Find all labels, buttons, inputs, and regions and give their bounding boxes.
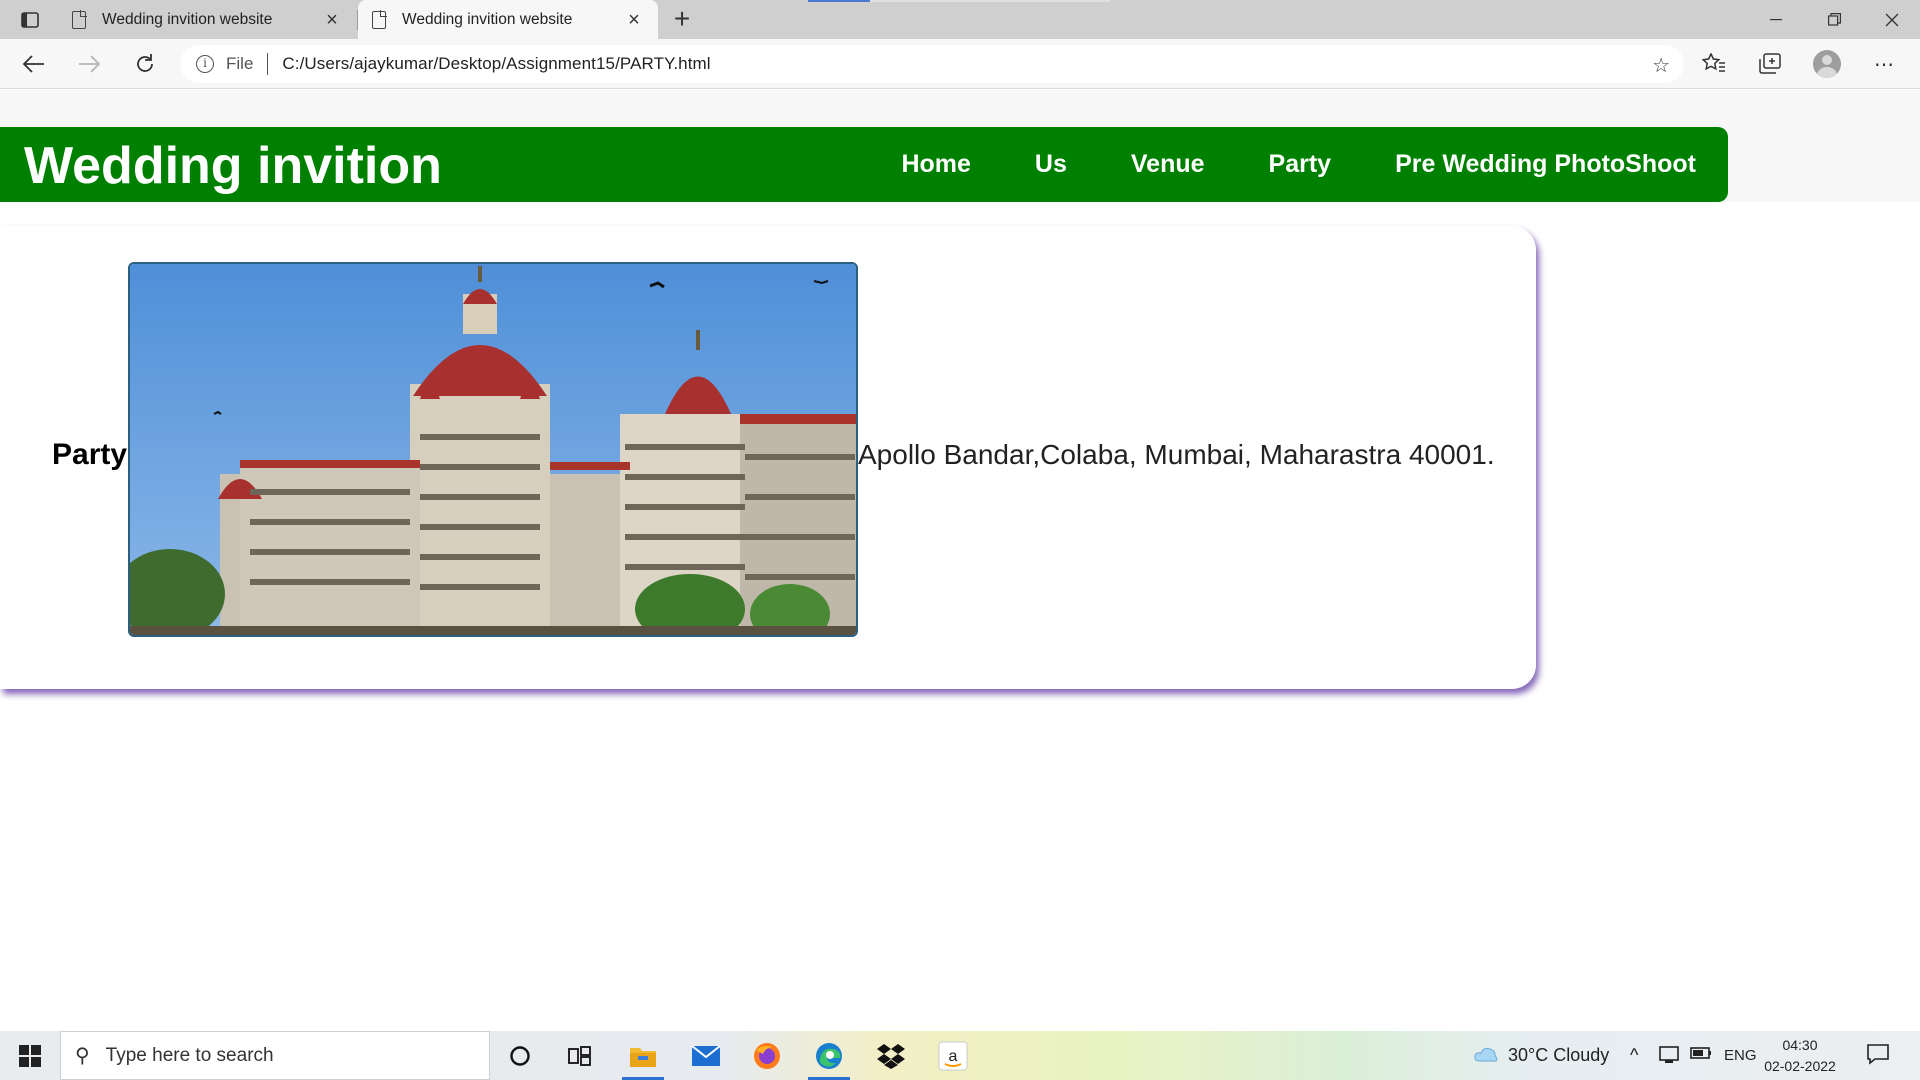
favorites-icon[interactable] — [1700, 51, 1728, 77]
loading-indicator — [808, 0, 1110, 2]
nav-link-home[interactable]: Home — [869, 150, 1002, 179]
venue-photo — [128, 262, 858, 637]
nav-link-us[interactable]: Us — [1003, 150, 1099, 179]
file-explorer-icon[interactable] — [618, 1031, 668, 1080]
tab-title: Wedding invition website — [102, 10, 273, 28]
weather-icon[interactable] — [1474, 1045, 1498, 1068]
dropbox-icon[interactable] — [866, 1031, 916, 1080]
refresh-button[interactable] — [127, 47, 163, 81]
minimize-button[interactable] — [1748, 0, 1804, 39]
address-separator — [267, 53, 269, 75]
more-menu-icon[interactable]: ⋯ — [1870, 51, 1898, 77]
nav-link-venue[interactable]: Venue — [1099, 150, 1237, 179]
tab-actions-icon[interactable] — [14, 8, 46, 32]
search-placeholder: Type here to search — [105, 1044, 274, 1066]
taskbar-search[interactable]: ⚲ Type here to search — [60, 1031, 490, 1080]
svg-text:a: a — [949, 1048, 958, 1065]
close-tab-icon[interactable]: × — [624, 10, 644, 30]
close-window-button[interactable] — [1864, 0, 1920, 39]
notifications-icon[interactable] — [1866, 1043, 1890, 1070]
language-indicator[interactable]: ENG — [1724, 1047, 1757, 1064]
nav-link-pre-wedding-photoshoot[interactable]: Pre Wedding PhotoShoot — [1363, 150, 1728, 179]
edge-icon[interactable] — [804, 1031, 854, 1080]
nav-link-party[interactable]: Party — [1237, 150, 1364, 179]
clock[interactable]: 04:30 02-02-2022 — [1764, 1035, 1836, 1077]
weather-text[interactable]: 30°C Cloudy — [1508, 1045, 1609, 1066]
protocol-label: File — [226, 54, 254, 73]
party-card: Party Apollo Bandar,Colaba, Mumbai, Maha… — [0, 226, 1536, 689]
clock-date: 02-02-2022 — [1764, 1058, 1836, 1074]
venue-address: Apollo Bandar,Colaba, Mumbai, Maharastra… — [858, 439, 1495, 470]
task-view-icon[interactable] — [555, 1031, 605, 1080]
info-icon[interactable]: i — [196, 55, 214, 73]
windows-start-icon[interactable] — [10, 1041, 50, 1071]
amazon-icon[interactable]: a — [928, 1031, 978, 1080]
tab-title: Wedding invition website — [402, 10, 573, 28]
back-button[interactable] — [16, 47, 52, 81]
windows-taskbar: ⚲ Type here to search a 30°C Cloudy ^ EN… — [0, 1031, 1920, 1080]
collections-icon[interactable] — [1756, 51, 1784, 77]
address-bar[interactable]: i File C:/Users/ajaykumar/Desktop/Assign… — [180, 45, 1684, 83]
browser-tab-active[interactable]: Wedding invition website × — [358, 0, 658, 39]
site-header: Wedding invition Home Us Venue Party Pre… — [0, 127, 1728, 202]
close-tab-icon[interactable]: × — [322, 10, 342, 30]
search-icon: ⚲ — [75, 1045, 90, 1067]
profile-avatar[interactable] — [1813, 50, 1841, 78]
cortana-icon[interactable] — [495, 1031, 545, 1080]
main-nav: Home Us Venue Party Pre Wedding PhotoSho… — [869, 127, 1728, 202]
restore-button[interactable] — [1806, 0, 1862, 39]
url-text[interactable]: C:/Users/ajaykumar/Desktop/Assignment15/… — [282, 54, 710, 74]
page-viewport: Wedding invition Home Us Venue Party Pre… — [0, 90, 1920, 1031]
mail-icon[interactable] — [681, 1031, 731, 1080]
page-icon — [72, 9, 87, 29]
browser-tab[interactable]: Wedding invition website × — [58, 0, 358, 39]
clock-time: 04:30 — [1782, 1037, 1818, 1053]
site-title: Wedding invition — [24, 137, 442, 195]
show-hidden-icons-icon[interactable]: ^ — [1630, 1045, 1638, 1066]
party-label: Party — [52, 438, 128, 471]
network-icon[interactable] — [1658, 1045, 1680, 1070]
add-favorite-icon[interactable]: ☆ — [1652, 53, 1670, 78]
browser-toolbar: i File C:/Users/ajaykumar/Desktop/Assign… — [0, 39, 1920, 89]
browser-tab-strip: Wedding invition website × Wedding invit… — [0, 0, 1920, 39]
page-icon — [372, 9, 387, 29]
battery-icon[interactable] — [1690, 1045, 1712, 1066]
forward-button[interactable] — [71, 47, 107, 81]
new-tab-button[interactable]: + — [666, 4, 698, 36]
firefox-icon[interactable] — [742, 1031, 792, 1080]
